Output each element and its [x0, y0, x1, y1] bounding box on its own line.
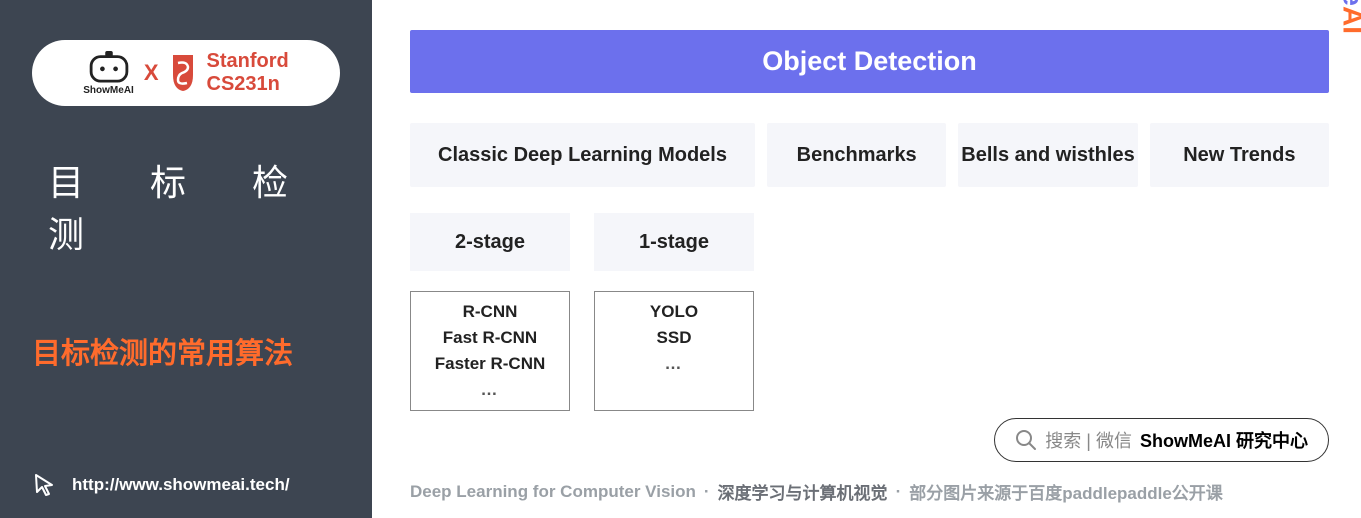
sidebar: ShowMeAI X Stanford CS231n 目 标 检 测 目标检测的… — [0, 0, 372, 518]
model-item: Faster R-CNN — [435, 354, 546, 374]
course-code: CS231n — [207, 73, 289, 96]
footer-credit: 部分图片来源于百度paddlepaddle公开课 — [909, 479, 1223, 504]
watermark: ShowMeAI — [1337, 0, 1361, 34]
search-icon — [1015, 429, 1037, 451]
sidebar-footer: http://www.showmeai.tech/ — [32, 472, 290, 498]
search-label: 搜索 | 微信 — [1045, 427, 1132, 453]
stanford-label: Stanford — [207, 50, 289, 73]
stage-row: 2-stage 1-stage — [410, 213, 1329, 271]
search-brand: ShowMeAI 研究中心 — [1140, 427, 1308, 453]
stanford-shield-icon — [169, 53, 197, 93]
x-separator: X — [144, 60, 159, 86]
model-item: YOLO — [650, 302, 698, 322]
logo-badge: ShowMeAI X Stanford CS231n — [32, 40, 340, 106]
sidebar-title: 目 标 检 测 — [48, 154, 372, 258]
models-row: R-CNN Fast R-CNN Faster R-CNN … YOLO SSD… — [410, 291, 1329, 411]
stanford-text: Stanford CS231n — [207, 50, 289, 96]
showmeai-logo: ShowMeAI — [83, 51, 134, 96]
category-trends: New Trends — [1150, 123, 1329, 187]
stage-1: 1-stage — [594, 213, 754, 271]
main-panel: Object Detection Classic Deep Learning M… — [372, 0, 1361, 518]
search-pill[interactable]: 搜索 | 微信 ShowMeAI 研究中心 — [994, 418, 1329, 462]
model-item: R-CNN — [463, 302, 518, 322]
footer-url[interactable]: http://www.showmeai.tech/ — [72, 475, 290, 495]
footer-eng: Deep Learning for Computer Vision — [410, 482, 696, 502]
category-row: Classic Deep Learning Models Benchmarks … — [410, 123, 1329, 187]
diagram-header: Object Detection — [410, 30, 1329, 93]
robot-icon — [88, 51, 130, 83]
category-classic: Classic Deep Learning Models — [410, 123, 755, 187]
models-2stage: R-CNN Fast R-CNN Faster R-CNN … — [410, 291, 570, 411]
models-1stage: YOLO SSD … — [594, 291, 754, 411]
footer-line: Deep Learning for Computer Vision · 深度学习… — [410, 479, 1329, 504]
model-ellipsis: … — [481, 380, 500, 400]
cursor-icon — [32, 472, 58, 498]
category-bells: Bells and wisthles — [958, 123, 1137, 187]
model-item: SSD — [657, 328, 692, 348]
sidebar-subtitle: 目标检测的常用算法 — [32, 330, 293, 372]
model-item: Fast R-CNN — [443, 328, 537, 348]
showmeai-logo-text: ShowMeAI — [83, 85, 134, 96]
watermark-part2: AI — [1338, 6, 1361, 34]
footer-zh: 深度学习与计算机视觉 — [718, 479, 888, 504]
stage-2: 2-stage — [410, 213, 570, 271]
model-ellipsis: … — [665, 354, 684, 374]
category-benchmarks: Benchmarks — [767, 123, 946, 187]
footer-dot: · — [704, 482, 710, 502]
footer-dot: · — [896, 482, 902, 502]
